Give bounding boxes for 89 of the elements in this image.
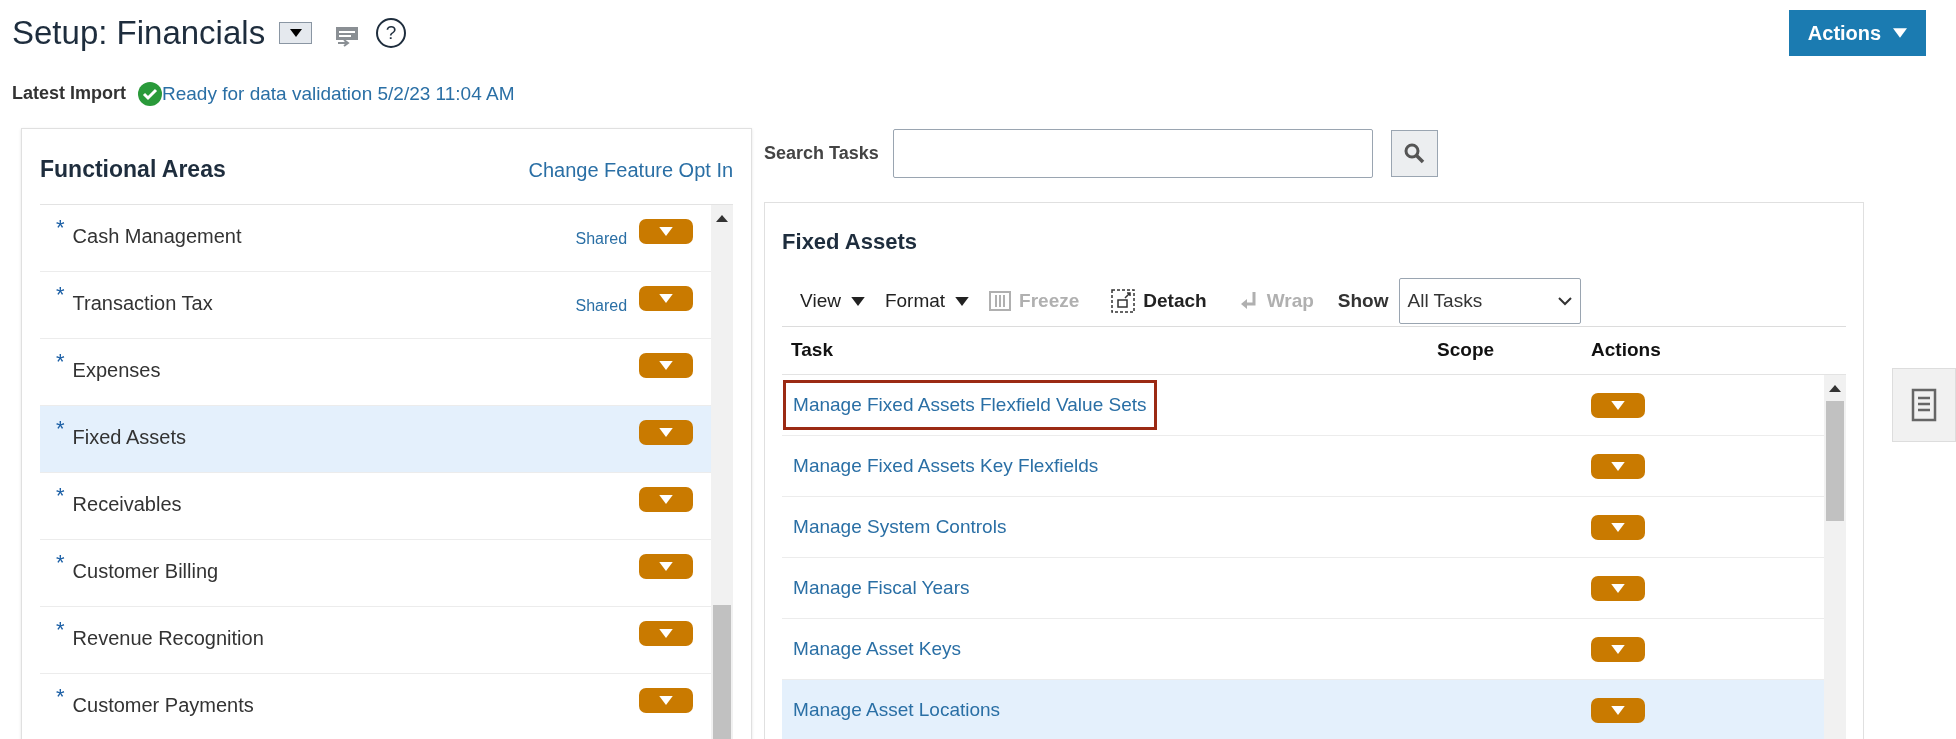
check-circle-icon [138,81,162,106]
caret-icon [658,361,675,370]
caret-icon [658,495,675,504]
task-link[interactable]: Manage Fixed Assets Flexfield Value Sets [783,379,1157,431]
chevron-down-icon [1557,296,1572,306]
required-asterisk: * [56,619,65,641]
actions-dropdown-button[interactable] [1591,392,1646,418]
actions-dropdown-button[interactable] [639,487,694,512]
actions-dropdown-button[interactable] [1591,636,1646,662]
columns-icon [989,291,1012,311]
search-icon [1403,142,1426,164]
area-name: Receivables [72,492,183,517]
import-status-link[interactable]: Ready for data validation 5/2/23 11:04 AM [162,79,515,108]
toolbar-menu[interactable]: Format [884,286,970,316]
actions-dropdown-button[interactable] [639,688,694,713]
caret-icon [658,696,675,705]
document-icon [1911,388,1938,422]
search-button[interactable] [1390,129,1438,177]
title-dropdown-button[interactable] [279,21,313,44]
toolbar-menu[interactable]: View [800,286,865,316]
caret-icon [1610,644,1627,654]
required-asterisk: * [56,284,65,306]
caret-icon [1610,522,1627,532]
panel-title: Functional Areas [40,155,226,185]
actions-dropdown-button[interactable] [639,353,694,378]
required-asterisk: * [56,552,65,574]
caret-icon [658,428,675,437]
required-asterisk: * [56,686,65,708]
toolbar-button[interactable]: Detach [1143,286,1207,316]
caret-icon [1610,461,1627,471]
functional-area-row[interactable]: * Fixed Assets [40,406,712,473]
show-label: Show [1337,288,1389,313]
area-name: Fixed Assets [72,425,187,450]
scrollbar-thumb[interactable] [713,605,732,739]
caret-icon [658,227,675,236]
page-title: Setup: Financials [12,13,266,53]
task-link[interactable]: Manage Asset Locations [783,684,1011,736]
task-link[interactable]: Manage Fiscal Years [783,562,980,614]
area-name: Customer Billing [72,559,220,584]
area-name: Revenue Recognition [72,626,265,651]
caret-icon [955,296,970,306]
caret-icon [658,294,675,303]
search-label: Search Tasks [764,141,879,165]
actions-dropdown-button[interactable] [1591,697,1646,723]
area-name: Cash Management [72,224,243,249]
actions-dropdown-button[interactable] [639,420,694,445]
change-feature-link[interactable]: Change Feature Opt In [528,154,734,185]
column-header: Actions [1591,338,1661,363]
actions-dropdown-button[interactable] [639,286,694,311]
caret-icon [850,296,865,306]
actions-dropdown-button[interactable] [639,554,694,579]
panel-title: Fixed Assets [782,228,918,256]
caret-icon [289,28,302,37]
caret-icon [658,629,675,638]
actions-dropdown-button[interactable] [1591,575,1646,601]
area-name: Customer Payments [72,693,255,718]
scroll-up-icon[interactable] [716,215,729,222]
task-link[interactable]: Manage Fixed Assets Key Flexfields [783,440,1109,492]
shared-label: Shared [575,296,628,316]
latest-import-label: Latest Import [12,82,126,106]
actions-dropdown-button[interactable] [1591,453,1646,479]
area-name: Transaction Tax [72,291,214,316]
shared-label: Shared [575,229,628,249]
area-name: Expenses [72,358,162,383]
caret-icon [1610,583,1627,593]
caret-icon [658,562,675,571]
required-asterisk: * [56,217,65,239]
column-header: Scope [1437,338,1496,363]
caret-icon [1610,400,1627,410]
help-button[interactable]: ? [376,17,407,48]
detach-icon [1111,289,1136,313]
side-panel-button[interactable] [1892,368,1956,442]
actions-button[interactable]: Actions [1789,10,1926,56]
caret-icon [1893,28,1908,38]
actions-dropdown-button[interactable] [639,219,694,244]
task-row[interactable]: Manage Asset Locations [782,680,1825,739]
actions-dropdown-button[interactable] [1591,514,1646,540]
scrollbar-thumb[interactable] [1826,401,1845,521]
task-link[interactable]: Manage Asset Keys [783,623,971,675]
show-select[interactable]: All Tasks [1398,278,1581,324]
task-link[interactable]: Manage System Controls [783,501,1017,553]
required-asterisk: * [56,351,65,373]
search-field[interactable] [892,128,1373,178]
scroll-up-icon[interactable] [1829,385,1842,392]
required-asterisk: * [56,418,65,440]
caret-icon [1610,705,1627,715]
required-asterisk: * [56,485,65,507]
actions-dropdown-button[interactable] [639,621,694,646]
column-header: Task [790,338,834,363]
